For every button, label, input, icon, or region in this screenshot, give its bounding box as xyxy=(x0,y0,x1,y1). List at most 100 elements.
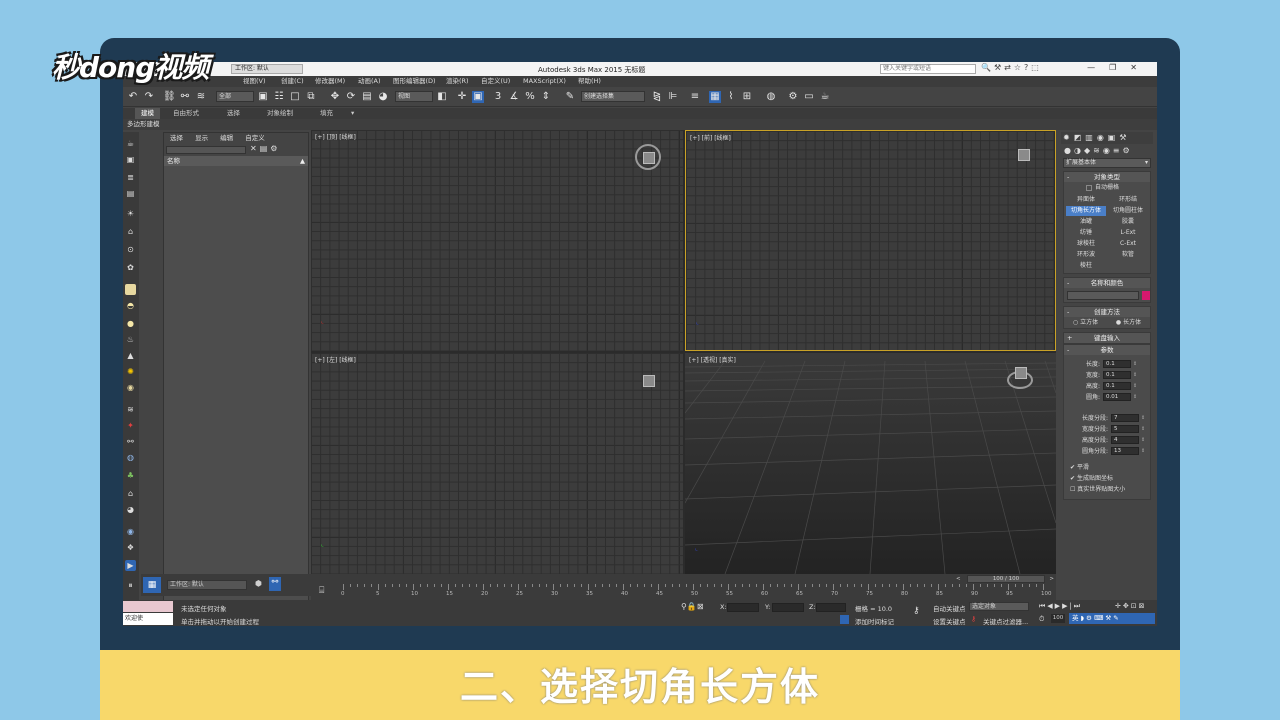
maxscript-input[interactable]: 欢迎使 xyxy=(123,613,173,625)
maximize-button[interactable]: ❐ xyxy=(1109,63,1130,72)
viewport-left[interactable]: [+] [左] [线框] ⌞ xyxy=(311,353,683,574)
close-button[interactable]: ✕ xyxy=(1130,63,1151,72)
real-world-map-checkbox[interactable]: ☐ 真实世界贴图大小 xyxy=(1064,484,1150,495)
tab-selection[interactable]: 选择 xyxy=(227,108,240,119)
viewcube-front-icon[interactable] xyxy=(1012,143,1038,169)
method-box-radio[interactable]: ● 长方体 xyxy=(1116,317,1141,328)
primitive-category-dropdown[interactable]: 扩展基本体 ▾ xyxy=(1063,158,1151,168)
spindle-button[interactable]: 纺锤 xyxy=(1066,228,1106,238)
bind-spacewarp-icon[interactable]: ≋ xyxy=(195,91,207,103)
width-segs-input[interactable]: 5 xyxy=(1111,424,1139,433)
angle-snap-icon[interactable]: ∡ xyxy=(508,91,520,103)
width-spinner-icon[interactable]: ⇕ xyxy=(1133,372,1137,378)
menu-view[interactable]: 视图(V) xyxy=(243,76,266,87)
viewport-top[interactable]: [+] [顶] [线框] ⌞ xyxy=(311,130,683,351)
fillet-segs-input[interactable]: 13 xyxy=(1111,446,1139,455)
curve-editor-icon[interactable]: ⌇ xyxy=(725,91,737,103)
autokey-button[interactable]: 自动关键点 xyxy=(933,603,966,613)
explorer-workspace-dropdown[interactable]: 工作区: 默认 xyxy=(167,580,247,590)
named-selection-dropdown[interactable]: 创建选择集 xyxy=(581,91,645,102)
spinner-snap-icon[interactable]: ⇕ xyxy=(540,91,552,103)
key-filters-button[interactable]: 关键点过滤器... xyxy=(983,616,1028,626)
box-icon[interactable]: ▣ xyxy=(125,154,136,165)
fillet-input[interactable]: 0.01 xyxy=(1103,392,1131,401)
tab-object-paint[interactable]: 对象绘制 xyxy=(267,108,293,119)
viewport-left-label[interactable]: [+] [左] [线框] xyxy=(315,355,356,364)
chamfer-cyl-button[interactable]: 切角圆柱体 xyxy=(1108,206,1148,216)
torus-knot-button[interactable]: 环形结 xyxy=(1108,195,1148,205)
layer-manager-icon[interactable]: ≣ xyxy=(125,172,136,183)
menu-customize[interactable]: 自定义(U) xyxy=(481,76,510,87)
camera-icon[interactable]: ⌂ xyxy=(125,226,136,237)
workspace-dropdown[interactable]: 工作区: 默认 xyxy=(231,64,303,74)
scale-icon[interactable]: ▤ xyxy=(361,91,373,103)
time-slider[interactable]: < 100 / 100 > xyxy=(956,575,1054,583)
title-tool-icons[interactable]: 🔍⚒⇄☆?⬚ xyxy=(981,63,1042,72)
search-input[interactable]: 键入关键字或短语 xyxy=(880,64,976,74)
gengon-button[interactable]: 球棱柱 xyxy=(1066,239,1106,249)
smooth-checkbox[interactable]: ✔ 平滑 xyxy=(1064,462,1150,473)
menu-maxscript[interactable]: MAXScript(X) xyxy=(523,76,566,87)
expand-icon[interactable]: ▶ xyxy=(125,560,136,571)
tab-modeling[interactable]: 建模 xyxy=(135,108,160,119)
add-time-tag-button[interactable]: 添加时间标记 xyxy=(855,616,894,626)
teapot-primitive-icon[interactable]: ♨ xyxy=(125,334,136,345)
rendered-frame-icon[interactable]: ▭ xyxy=(803,91,815,103)
time-slider-prev-icon[interactable]: < xyxy=(956,576,961,582)
minimize-button[interactable]: — xyxy=(1087,63,1109,72)
parameters-header[interactable]: - 参数 xyxy=(1064,345,1150,355)
width-input[interactable]: 0.1 xyxy=(1103,370,1131,379)
keyboard-shortcut-icon[interactable]: ▣ xyxy=(472,91,484,103)
rotate-icon[interactable]: ⟳ xyxy=(345,91,357,103)
scene-column-header[interactable]: 名称 ▲ xyxy=(164,156,308,166)
z-coord-input[interactable] xyxy=(816,603,846,612)
percent-snap-icon[interactable]: % xyxy=(524,91,536,103)
fillet-segs-spinner-icon[interactable]: ⇕ xyxy=(1141,448,1145,454)
playback-controls[interactable]: ⏮◀▶▶|⏭ xyxy=(1039,602,1082,611)
menu-rendering[interactable]: 渲染(R) xyxy=(446,76,469,87)
cone-icon[interactable]: ▲ xyxy=(125,350,136,361)
select-object-icon[interactable]: ▣ xyxy=(257,91,269,103)
l-ext-button[interactable]: L-Ext xyxy=(1108,228,1148,238)
time-config-icon[interactable]: ⏱ xyxy=(1039,615,1044,624)
key-icon[interactable]: ⚷ xyxy=(913,606,920,616)
scene-search-input[interactable] xyxy=(166,146,246,154)
timeline[interactable]: < 100 / 100 > ⌸ 0 5 10 15 20 25 30 35 40 45 50 55 60… xyxy=(311,574,1056,600)
maxscript-listener[interactable] xyxy=(123,601,173,612)
hedra-button[interactable]: 异面体 xyxy=(1066,195,1106,205)
mapping-coords-checkbox[interactable]: ✔ 生成贴图坐标 xyxy=(1064,473,1150,484)
ime-toolbar[interactable]: 英 ◗ ⚙ ⌨ ⚒ ✎ xyxy=(1069,613,1155,624)
layout-icon[interactable]: ▦ xyxy=(143,577,161,593)
scene-tab-display[interactable]: 显示 xyxy=(195,134,208,142)
viewcube-left-icon[interactable] xyxy=(637,369,663,395)
ribbon-options-icon[interactable]: ▾ xyxy=(351,108,354,119)
scene-explorer-icon[interactable]: ▦ xyxy=(709,91,721,103)
key-selection-dropdown[interactable]: 选定对象 xyxy=(969,602,1029,611)
height-spinner-icon[interactable]: ⇕ xyxy=(1133,383,1137,389)
viewport-front-label[interactable]: [+] [前] [线框] xyxy=(690,133,731,142)
name-color-header[interactable]: - 名称和颜色 xyxy=(1064,278,1150,288)
scene-tab-customize[interactable]: 自定义 xyxy=(245,134,265,142)
sheet-icon[interactable]: ▤ xyxy=(125,188,136,199)
object-name-input[interactable] xyxy=(1067,291,1139,300)
curve-editor-mini-icon[interactable]: ⌸ xyxy=(319,586,324,596)
scene-tab-edit[interactable]: 编辑 xyxy=(220,134,233,142)
pause-icon[interactable]: ⏸ xyxy=(125,580,136,591)
unlink-icon[interactable]: ⚯ xyxy=(179,91,191,103)
viewport-perspective[interactable]: [+] [透视] [真实] ⌞ xyxy=(685,353,1056,574)
selection-filter-dropdown[interactable]: 全部 xyxy=(216,91,254,102)
capsule-button[interactable]: 胶囊 xyxy=(1108,217,1148,227)
time-tag-icon[interactable] xyxy=(840,615,849,624)
pivot-icon[interactable]: ◧ xyxy=(436,91,448,103)
render-icon[interactable]: ☕ xyxy=(819,91,831,103)
pin-icon[interactable]: ✦ xyxy=(125,420,136,431)
teapot-icon[interactable]: ☕ xyxy=(125,138,136,149)
select-by-name-icon[interactable]: ☷ xyxy=(273,91,285,103)
prism-button[interactable]: 棱柱 xyxy=(1066,261,1106,271)
chamfer-box-button[interactable]: 切角长方体 xyxy=(1066,206,1106,216)
light-icon[interactable]: ☀ xyxy=(125,208,136,219)
height-segs-input[interactable]: 4 xyxy=(1111,435,1139,444)
building-icon[interactable]: ⌂ xyxy=(125,488,136,499)
bone-icon[interactable]: ⚯ xyxy=(125,436,136,447)
fillet-spinner-icon[interactable]: ⇕ xyxy=(1133,394,1137,400)
